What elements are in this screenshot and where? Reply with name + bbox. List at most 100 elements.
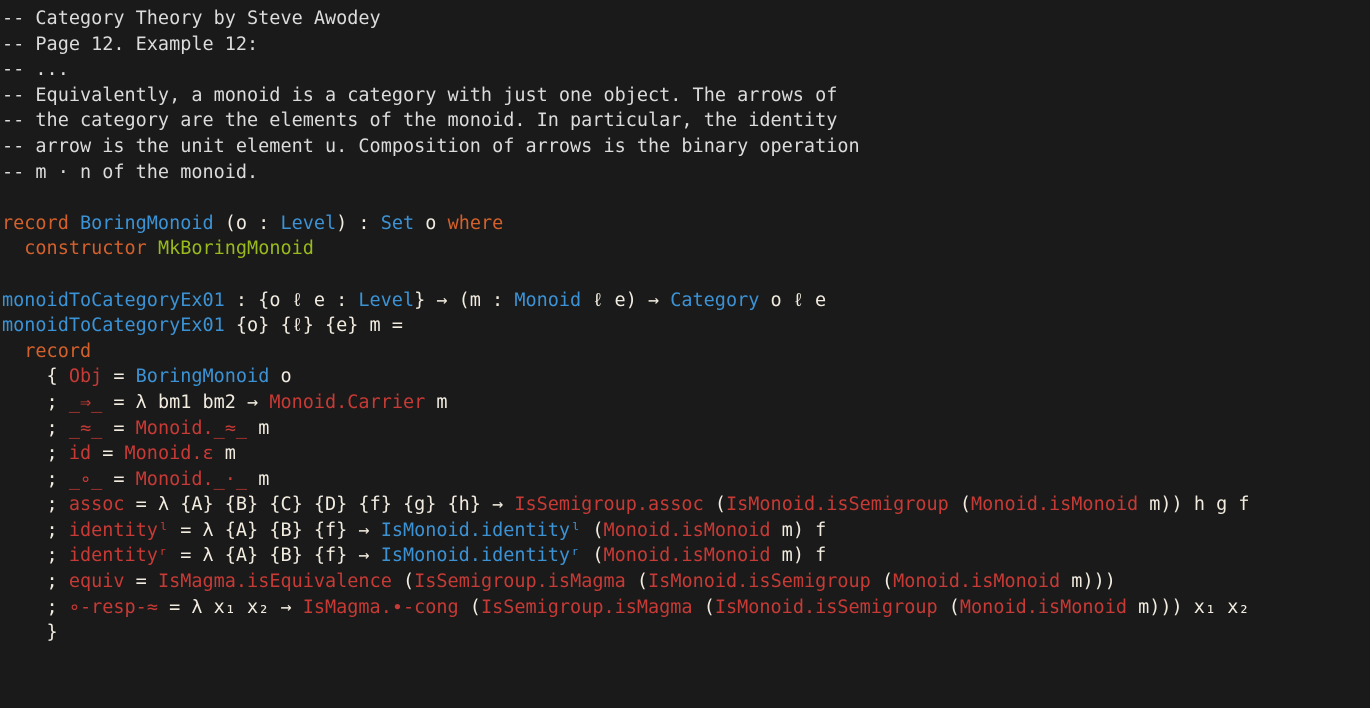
code-token: ; (2, 468, 69, 490)
code-token: ( (948, 494, 972, 516)
code-line[interactable]: constructor MkBoringMonoid (1, 236, 1370, 262)
code-token: BoringMonoid (135, 366, 270, 388)
code-line[interactable]: -- arrow is the unit element u. Composit… (1, 134, 1370, 160)
code-token: Monoid.ε (124, 443, 214, 465)
code-token: ℓ e) → (581, 289, 671, 311)
code-line[interactable]: ; assoc = λ {A} {B} {C} {D} {f} {g} {h} … (1, 492, 1370, 518)
code-lines-container[interactable]: -- Category Theory by Steve Awodey -- Pag… (0, 6, 1370, 646)
code-line[interactable]: ; identityʳ = λ {A} {B} {f} → IsMonoid.i… (1, 543, 1370, 569)
code-token: ( (458, 596, 481, 618)
code-token: = λ {A} {B} {C} {D} {f} {g} {h} → (124, 494, 515, 516)
code-token: ( (692, 596, 715, 618)
code-token: m (247, 417, 270, 439)
code-line[interactable]: -- Category Theory by Steve Awodey (1, 6, 1370, 32)
code-token: = (91, 443, 125, 465)
code-token: = λ {A} {B} {f} → (169, 519, 381, 541)
code-token: Monoid (514, 289, 582, 311)
code-token: Set (380, 212, 415, 234)
code-line[interactable]: -- the category are the elements of the … (1, 108, 1370, 134)
code-token: (o : (213, 212, 281, 234)
code-token: ; (2, 571, 69, 593)
code-token: IsMonoid.isSemigroup (726, 494, 949, 516)
code-line[interactable]: -- m · n of the monoid. (1, 160, 1370, 186)
code-token: -- m · n of the monoid. (2, 161, 259, 183)
code-token: ; (2, 545, 69, 567)
code-token: { (2, 366, 69, 388)
code-token: Level (280, 212, 337, 234)
code-token: -- Category Theory by Steve Awodey (2, 8, 381, 29)
code-token: IsSemigroup.isMagma (414, 571, 626, 593)
code-token: IsMonoid.identityˡ (380, 519, 582, 541)
code-token: m) f (770, 519, 827, 541)
code-line[interactable]: ; _⇒_ = λ bm1 bm2 → Monoid.Carrier m (1, 390, 1370, 416)
code-token: } → (m : (414, 289, 515, 311)
code-token: ( (581, 519, 604, 541)
code-token: : {o ℓ e : (224, 289, 359, 311)
code-token: IsMonoid.isSemigroup (714, 596, 938, 618)
code-line[interactable]: ; id = Monoid.ε m (1, 441, 1370, 467)
code-line[interactable]: monoidToCategoryEx01 : {o ℓ e : Level} →… (1, 288, 1370, 314)
code-token: o (414, 212, 448, 234)
code-line[interactable]: monoidToCategoryEx01 {o} {ℓ} {e} m = (1, 313, 1370, 339)
code-line[interactable]: { Obj = BoringMonoid o (1, 364, 1370, 390)
editor-footer-strip (0, 690, 1370, 708)
code-line[interactable]: record BoringMonoid (o : Level) : Set o … (1, 211, 1370, 237)
code-token: _≈_ (68, 417, 103, 439)
code-token: Obj (68, 366, 103, 388)
code-line[interactable]: record (1, 339, 1370, 365)
code-token: m) f (770, 545, 827, 567)
code-token: m (247, 468, 270, 490)
code-token: monoidToCategoryEx01 (2, 289, 225, 311)
code-line[interactable]: ; _≈_ = Monoid._≈_ m (1, 416, 1370, 442)
code-line[interactable]: ; equiv = IsMagma.isEquivalence (IsSemig… (1, 569, 1370, 595)
code-token: ) : (336, 212, 381, 234)
code-token: = (124, 571, 158, 593)
code-token: IsMagma.isEquivalence (157, 571, 392, 593)
code-token: Monoid._·_ (135, 468, 248, 490)
code-line[interactable]: ; identityˡ = λ {A} {B} {f} → IsMonoid.i… (1, 518, 1370, 544)
code-token: ; (2, 596, 69, 618)
code-token: m))) x₁ x₂ (1126, 596, 1250, 618)
code-token: m)) h g f (1138, 494, 1250, 516)
code-line[interactable]: -- ... (1, 57, 1370, 83)
code-token: o (269, 366, 292, 388)
code-token: ; (2, 391, 69, 413)
code-token: MkBoringMonoid (157, 238, 314, 260)
code-token: ( (937, 596, 960, 618)
code-token: ( (581, 545, 604, 567)
code-token: ( (391, 571, 415, 593)
code-token: ( (625, 571, 649, 593)
code-token: = (102, 468, 136, 490)
code-token: Monoid.Carrier (269, 391, 426, 413)
code-token: ∘-resp-≈ (68, 596, 158, 618)
code-token: IsSemigroup.isMagma (480, 596, 693, 618)
code-editor[interactable]: -- Category Theory by Steve Awodey -- Pag… (0, 0, 1370, 708)
code-token: = λ x₁ x₂ → (157, 596, 303, 618)
code-token: ; (2, 417, 69, 439)
code-token: Level (358, 289, 415, 311)
code-token: -- ... (2, 59, 69, 81)
code-token: identityˡ (68, 519, 170, 541)
code-token: m (425, 391, 448, 413)
code-token: ; (2, 519, 69, 541)
code-line[interactable]: ; ∘-resp-≈ = λ x₁ x₂ → IsMagma.∙-cong (I… (1, 595, 1370, 621)
code-token: assoc (68, 494, 125, 516)
code-token: Monoid.isMonoid (603, 545, 771, 567)
code-token: = λ {A} {B} {f} → (169, 545, 381, 567)
code-line[interactable] (1, 262, 1370, 288)
code-line[interactable]: -- Equivalently, a monoid is a category … (1, 83, 1370, 109)
code-token: IsMonoid.identityʳ (380, 545, 582, 567)
code-token: IsSemigroup.assoc (514, 494, 704, 516)
code-line[interactable]: ; _∘_ = Monoid._·_ m (1, 467, 1370, 493)
code-token: Monoid.isMonoid (959, 596, 1127, 618)
code-token: m))) (1060, 571, 1116, 593)
code-token: record (2, 212, 69, 234)
code-line[interactable]: -- Page 12. Example 12: (1, 32, 1370, 58)
code-token: where (447, 212, 504, 234)
code-token: = (102, 366, 136, 388)
code-line[interactable]: } (1, 620, 1370, 646)
code-token: Monoid.isMonoid (971, 494, 1139, 516)
code-line[interactable] (1, 185, 1370, 211)
code-token: ( (703, 494, 726, 516)
